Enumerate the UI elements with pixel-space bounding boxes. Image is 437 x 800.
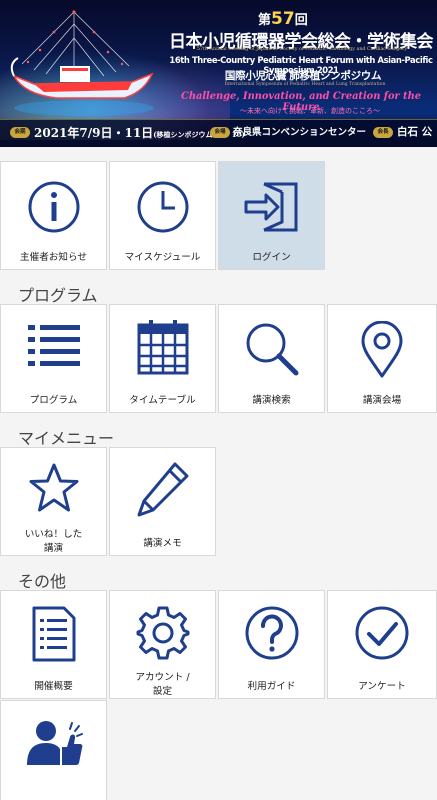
banner-symposium: 国際小児心臓 肺移植シンポジウム: [224, 70, 382, 82]
check-icon: [355, 606, 409, 660]
chair-badge: 会長: [373, 127, 393, 138]
menu-tile-my-schedule[interactable]: マイスケジュール: [109, 161, 216, 270]
menu-tile-event-overview[interactable]: 開催概要: [0, 590, 107, 699]
search-icon: [246, 323, 298, 376]
tile-label-line2: 講演: [43, 543, 64, 554]
tile-label: タイムテーブル: [129, 395, 196, 406]
event-date-main: 2021年7/9日・11日: [34, 126, 154, 140]
edition-label: 第57回: [258, 9, 308, 29]
event-chair: 白石 公: [397, 126, 433, 138]
menu-tile-session-search[interactable]: 講演検索: [218, 304, 325, 413]
menu-tile-timetable[interactable]: タイムテーブル: [109, 304, 216, 413]
pencil-icon: [137, 462, 188, 517]
menu-tile-venue[interactable]: 講演会場: [327, 304, 437, 413]
menu-tile-program[interactable]: プログラム: [0, 304, 107, 413]
menu-tile-user-guide[interactable]: 利用ガイド: [218, 590, 325, 699]
edition-number: 57: [271, 9, 295, 29]
menu-tile-account-settings[interactable]: アカウント / 設定: [109, 590, 216, 699]
event-banner: 第57回 日本小児循環器学会総会・学術集会 57th Annual Meetin…: [0, 0, 437, 147]
login-icon: [244, 182, 297, 232]
tile-label: 講演検索: [252, 395, 291, 406]
tile-label-line1: いいね！した: [24, 529, 83, 540]
clock-icon: [137, 181, 188, 233]
calendar-icon: [137, 320, 188, 375]
event-date-note: (移植シンポジウム7/9・10): [153, 130, 245, 139]
section-title-my-menu: マイメニュー: [18, 429, 115, 448]
list-icon: [27, 325, 80, 366]
tile-label: 開催概要: [34, 681, 73, 692]
menu-tile-session-memo[interactable]: 講演メモ: [109, 447, 216, 556]
banner-theme-jp: ～未来へ向けて挑戦、革新、創造のこころ～: [240, 107, 380, 115]
tile-label: 講演メモ: [143, 538, 182, 549]
tile-label-line2: 設定: [152, 686, 173, 697]
section-title-other: その他: [18, 572, 67, 591]
tile-label: プログラム: [29, 395, 78, 406]
gear-icon: [136, 606, 189, 660]
menu-tile-liked-sessions[interactable]: いいね！した 講演: [0, 447, 107, 556]
tile-label-line1: アカウント /: [135, 672, 190, 683]
menu-tile-login[interactable]: ログイン: [218, 161, 325, 270]
banner-title-en: 57th Annual Meeting of Japanese Society …: [196, 47, 408, 52]
tile-label: 利用ガイド: [247, 681, 296, 692]
user-thumbs-up-icon: [26, 721, 83, 765]
menu-tile-survey[interactable]: アンケート: [327, 590, 437, 699]
edition-prefix: 第: [258, 13, 272, 28]
tile-label: 主催者お知らせ: [20, 252, 87, 263]
tile-label: 講演会場: [362, 395, 402, 406]
section-title-program: プログラム: [18, 286, 98, 305]
star-icon: [29, 463, 78, 512]
info-icon: [28, 181, 79, 233]
tile-label: マイスケジュール: [124, 252, 201, 263]
tile-label: ログイン: [252, 252, 291, 263]
help-icon: [245, 606, 298, 660]
banner-symposium-en: International Symposium of Pediatric Hea…: [224, 82, 386, 87]
map-pin-icon: [361, 321, 403, 378]
venue-badge: 会場: [210, 127, 230, 138]
ship-illustration: [10, 10, 154, 116]
menu-tile-recommend[interactable]: [0, 700, 107, 800]
menu-tile-organizer-news[interactable]: 主催者お知らせ: [0, 161, 107, 270]
date-badge: 会期: [10, 127, 30, 138]
document-icon: [32, 606, 75, 662]
edition-suffix: 回: [294, 13, 308, 28]
event-venue: 奈良県コンベンションセンター: [233, 127, 367, 138]
tile-label: アンケート: [358, 681, 406, 692]
